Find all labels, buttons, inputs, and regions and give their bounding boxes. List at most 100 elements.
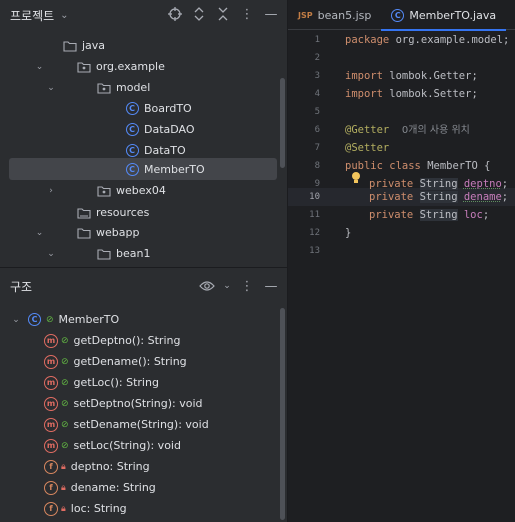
project-panel-title[interactable]: 프로젝트 xyxy=(10,7,54,24)
public-access-icon: ⊘ xyxy=(61,356,69,367)
collapse-all-icon[interactable] xyxy=(215,6,231,22)
more-options-icon[interactable]: ⋮ xyxy=(239,278,255,294)
structure-root[interactable]: ⌄ C ⊘ MemberTO xyxy=(0,309,287,330)
tree-item-memberto[interactable]: C MemberTO xyxy=(9,158,277,180)
structure-scrollbar[interactable] xyxy=(280,308,285,520)
tree-item-label: BoardTO xyxy=(144,102,192,115)
minimize-icon[interactable]: — xyxy=(263,6,279,22)
private-lock-icon: 🔒︎ xyxy=(61,503,66,514)
member-label: loc: String xyxy=(70,502,127,515)
private-lock-icon: 🔒︎ xyxy=(61,461,66,472)
structure-member[interactable]: m ⊘ setDename(String): void xyxy=(0,414,287,435)
structure-member[interactable]: f 🔒︎ loc: String xyxy=(0,498,287,519)
private-lock-icon: 🔒︎ xyxy=(61,482,66,493)
structure-member[interactable]: m ⊘ setDeptno(String): void xyxy=(0,393,287,414)
tree-item-model[interactable]: ⌄ model xyxy=(0,77,287,98)
chevron-down-icon[interactable]: ⌄ xyxy=(0,228,76,238)
member-label: getDeptno(): String xyxy=(73,334,181,347)
public-access-icon: ⊘ xyxy=(61,398,69,409)
tree-item-label: MemberTO xyxy=(144,162,205,176)
tree-item-java[interactable]: java xyxy=(0,35,287,56)
tab-memberto-java[interactable]: C MemberTO.java xyxy=(381,0,506,31)
tree-item-datadao[interactable]: C DataDAO xyxy=(0,119,287,140)
method-icon: m xyxy=(44,333,58,348)
tree-item-label: resources xyxy=(96,206,150,219)
folder-icon xyxy=(76,205,92,221)
usages-hint[interactable]: 0개의 사용 위치 xyxy=(402,125,470,136)
structure-panel-title: 구조 xyxy=(10,279,33,294)
public-access-icon: ⊘ xyxy=(61,377,69,388)
tree-item-label: model xyxy=(116,81,151,94)
tab-bean5-jsp[interactable]: JSP bean5.jsp xyxy=(288,0,381,30)
code-line: private String loc; xyxy=(369,209,490,221)
package-icon xyxy=(96,183,112,199)
structure-member[interactable]: m ⊘ getDename(): String xyxy=(0,351,287,372)
class-icon: C xyxy=(124,101,140,117)
code-line: import lombok.Getter; xyxy=(345,70,478,82)
chevron-down-icon[interactable]: ⌄ xyxy=(0,83,96,93)
eye-icon[interactable] xyxy=(199,278,215,294)
chevron-down-icon[interactable]: ⌄ xyxy=(0,249,96,259)
structure-member[interactable]: m ⊘ getLoc(): String xyxy=(0,372,287,393)
structure-member[interactable]: f 🔒︎ deptno: String xyxy=(0,456,287,477)
project-panel-header: 프로젝트 ⌄ ⋮ — xyxy=(0,0,287,30)
chevron-down-icon[interactable]: ⌄ xyxy=(0,315,22,325)
code-editor[interactable]: package org.example.model; import lombok… xyxy=(288,30,515,522)
tree-item-label: java xyxy=(82,39,106,52)
code-line: @Getter 0개의 사용 위치 xyxy=(345,124,470,136)
member-label: setDename(String): void xyxy=(73,418,209,431)
chevron-down-icon[interactable]: ⌄ xyxy=(60,10,68,21)
class-icon: C xyxy=(391,8,405,22)
class-icon: C xyxy=(28,313,41,326)
member-label: getLoc(): String xyxy=(73,376,159,389)
method-icon: m xyxy=(44,417,58,432)
panel-divider[interactable] xyxy=(0,267,287,268)
public-access-icon: ⊘ xyxy=(46,314,54,325)
locate-icon[interactable] xyxy=(167,6,183,22)
chevron-down-icon[interactable]: ⌄ xyxy=(0,62,76,72)
tree-item-boardto[interactable]: C BoardTO xyxy=(0,98,287,119)
structure-member[interactable]: m ⊘ setLoc(String): void xyxy=(0,435,287,456)
structure-tree: ⌄ C ⊘ MemberTO m ⊘ getDeptno(): String m ⊘… xyxy=(0,308,287,522)
structure-member[interactable]: m ⊘ getDeptno(): String xyxy=(0,330,287,351)
tree-item-org-example[interactable]: ⌄ org.example xyxy=(0,56,287,77)
tree-item-webapp[interactable]: ⌄ webapp xyxy=(0,222,287,243)
member-label: getDename(): String xyxy=(73,355,187,368)
code-line: import lombok.Setter; xyxy=(345,88,478,100)
public-access-icon: ⊘ xyxy=(61,440,69,451)
lightbulb-icon[interactable] xyxy=(350,171,362,185)
class-icon: C xyxy=(124,122,140,138)
code-line: private String dename; xyxy=(369,191,509,203)
public-access-icon: ⊘ xyxy=(61,419,69,430)
editor-tabs: JSP bean5.jsp C MemberTO.java xyxy=(288,0,515,31)
minimize-icon[interactable]: — xyxy=(263,278,279,294)
field-icon: f xyxy=(44,459,58,474)
package-icon xyxy=(76,59,92,75)
jsp-file-icon: JSP xyxy=(298,10,313,20)
member-label: dename: String xyxy=(70,481,156,494)
code-line: public class MemberTO { xyxy=(345,160,491,172)
tree-item-webex04[interactable]: › webex04 xyxy=(0,180,287,201)
member-label: setDeptno(String): void xyxy=(73,397,203,410)
tree-scrollbar[interactable] xyxy=(280,78,285,168)
package-icon xyxy=(96,80,112,96)
folder-icon xyxy=(76,225,92,241)
tree-item-label: webex04 xyxy=(116,184,166,197)
structure-member[interactable]: f 🔒︎ dename: String xyxy=(0,477,287,498)
tree-item-label: DataTO xyxy=(144,144,186,157)
tree-item-resources[interactable]: resources xyxy=(0,202,287,223)
project-tree: java ⌄ org.example ⌄ model C BoardTO C D… xyxy=(0,30,287,265)
code-line: } xyxy=(345,227,352,239)
chevron-down-icon[interactable]: ⌄ xyxy=(223,278,231,294)
tree-item-label: webapp xyxy=(96,226,140,239)
structure-panel-header: 구조 ⌄ ⋮ — xyxy=(0,272,287,300)
tree-item-bean1[interactable]: ⌄ bean1 xyxy=(0,243,287,264)
more-options-icon[interactable]: ⋮ xyxy=(239,6,255,22)
member-label: setLoc(String): void xyxy=(73,439,181,452)
structure-root-label: MemberTO xyxy=(58,313,120,326)
expand-all-icon[interactable] xyxy=(191,6,207,22)
tree-item-label: DataDAO xyxy=(144,123,195,136)
project-tool-window: 프로젝트 ⌄ ⋮ — java ⌄ org.example ⌄ model C … xyxy=(0,0,287,522)
tab-label: bean5.jsp xyxy=(317,8,372,22)
chevron-right-icon[interactable]: › xyxy=(0,186,96,196)
